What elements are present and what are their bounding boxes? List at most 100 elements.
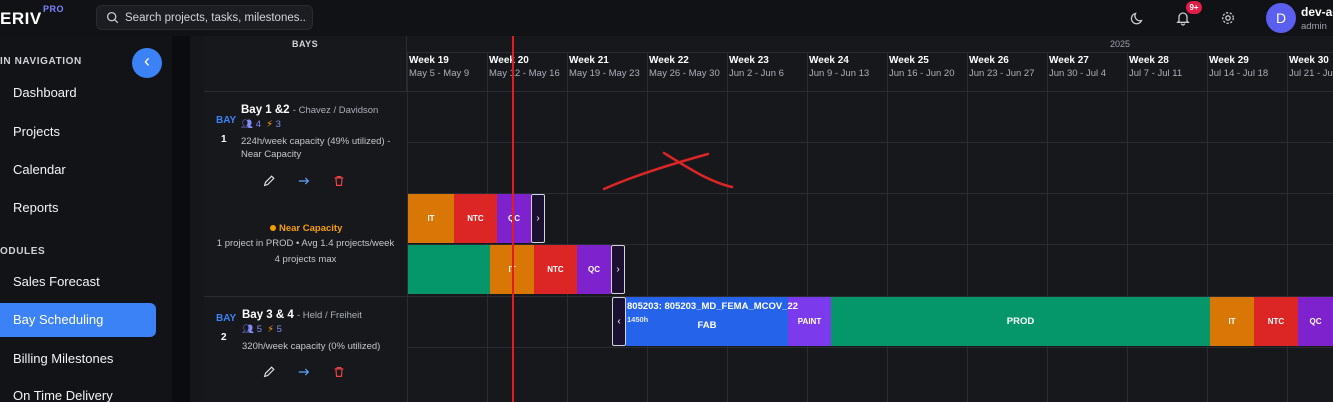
gear-icon[interactable]: [1220, 10, 1236, 26]
row-divider: [407, 193, 1333, 194]
week-column: Week 28 Jul 7 - Jul 11: [1127, 53, 1207, 402]
status-detail: 1 project in PROD • Avg 1.4 projects/wee…: [216, 238, 395, 249]
resize-handle[interactable]: ‹: [612, 297, 626, 346]
week-date-range: Jul 14 - Jul 18: [1209, 68, 1269, 79]
bay-tag: BAY: [216, 115, 237, 126]
status-dot: [270, 225, 276, 231]
people-count: 4: [255, 119, 261, 130]
search-input[interactable]: [125, 9, 307, 27]
trash-icon[interactable]: [332, 365, 346, 379]
week-date-range: Jun 30 - Jul 4: [1049, 68, 1107, 79]
week-date-range: May 19 - May 23: [569, 68, 640, 79]
phase-ntc[interactable]: NTC: [1254, 297, 1298, 346]
year-label: 2025: [1110, 39, 1131, 49]
bay-title: Bay 1 &2 - Chavez / Davidson: [241, 104, 379, 116]
week-name: Week 22: [649, 55, 689, 66]
avatar[interactable]: D: [1266, 3, 1296, 33]
row-divider: [407, 142, 1333, 143]
week-column: Week 29 Jul 14 - Jul 18: [1207, 53, 1287, 402]
phase-ntc[interactable]: NTC: [534, 245, 577, 294]
phase-qc[interactable]: QC: [577, 245, 611, 294]
week-date-range: Jun 2 - Jun 6: [729, 68, 784, 79]
red-marker-line: [512, 36, 514, 402]
sidebar-item-billing-milestones[interactable]: Billing Milestones: [0, 342, 156, 376]
week-name: Week 25: [889, 55, 929, 66]
collapse-sidebar-button[interactable]: ‹: [132, 48, 162, 78]
resize-handle[interactable]: ›: [611, 245, 625, 294]
sidebar: IN NAVIGATION Dashboard Projects Calenda…: [0, 36, 172, 402]
status-max: 4 projects max: [274, 254, 337, 265]
divider: [407, 91, 1333, 92]
week-date-range: May 5 - May 9: [409, 68, 470, 79]
arrow-right-icon[interactable]: [297, 365, 311, 379]
resize-handle[interactable]: ›: [531, 194, 545, 243]
phase-prod[interactable]: PROD: [831, 297, 1210, 346]
bay-capacity: 224h/week capacity (49% utilized) - Near…: [241, 136, 391, 160]
section-main-navigation: IN NAVIGATION: [0, 56, 82, 67]
trash-icon[interactable]: [332, 174, 346, 188]
bays-column-header: BAYS: [204, 36, 407, 92]
phase-qc[interactable]: QC: [497, 194, 531, 243]
status-badge: Near Capacity: [270, 223, 342, 234]
sidebar-item-label: Bay Scheduling: [13, 312, 104, 327]
phase-ntc[interactable]: NTC: [454, 194, 497, 243]
sidebar-item-projects[interactable]: Projects: [0, 115, 156, 149]
bay-staff: - Held / Freiheit: [296, 310, 362, 321]
power-count: 3: [275, 119, 281, 130]
week-name: Week 23: [729, 55, 769, 66]
sidebar-gutter: [172, 36, 190, 402]
sidebar-item-reports[interactable]: Reports: [0, 191, 156, 225]
row-divider: [407, 347, 1333, 348]
bay-capacity: 320h/week capacity (0% utilized): [242, 341, 381, 352]
phase-qc[interactable]: QC: [1298, 297, 1333, 346]
sidebar-item-on-time-delivery[interactable]: On Time Delivery: [0, 379, 156, 402]
sidebar-item-label: Sales Forecast: [13, 274, 100, 289]
week-column: Week 24 Jun 9 - Jun 13: [807, 53, 887, 402]
week-column: Week 30 Jul 21 - Jul 25: [1287, 53, 1333, 402]
bay-number: 2: [221, 332, 227, 343]
arrow-right-icon[interactable]: [297, 174, 311, 188]
sidebar-item-calendar[interactable]: Calendar: [0, 153, 156, 187]
week-name: Week 27: [1049, 55, 1089, 66]
week-date-range: Jul 7 - Jul 11: [1129, 68, 1183, 79]
top-bar: ERIVPRO 9+ D dev-ac admin: [0, 0, 1333, 36]
global-search[interactable]: [96, 5, 313, 30]
bay-number: 1: [221, 134, 227, 145]
week-date-range: Jun 23 - Jun 27: [969, 68, 1035, 79]
user-role: admin: [1301, 21, 1327, 32]
week-date-range: Jun 16 - Jun 20: [889, 68, 955, 79]
week-name: Week 29: [1209, 55, 1249, 66]
project-title: 805203: 805203_MD_FEMA_MCOV_22: [627, 301, 799, 312]
week-column: Week 25 Jun 16 - Jun 20: [887, 53, 967, 402]
week-name: Week 24: [809, 55, 849, 66]
app-logo[interactable]: ERIV PRO: [0, 4, 64, 29]
moon-icon[interactable]: [1130, 10, 1146, 26]
sidebar-item-label: Billing Milestones: [13, 351, 114, 366]
pro-badge: PRO: [43, 4, 65, 14]
week-name: Week 30: [1289, 55, 1329, 66]
week-date-range: Jul 21 - Jul 25: [1289, 68, 1333, 79]
week-column: Week 27 Jun 30 - Jul 4: [1047, 53, 1127, 402]
week-column: Week 21 May 19 - May 23: [567, 53, 647, 402]
phase-prod[interactable]: [408, 245, 490, 294]
bolt-icon: ⚡︎: [266, 119, 273, 130]
sidebar-item-label: Calendar: [13, 162, 66, 177]
week-name: Week 19: [409, 55, 449, 66]
user-name: dev-ac: [1301, 5, 1333, 19]
phase-it[interactable]: IT: [408, 194, 454, 243]
sidebar-item-dashboard[interactable]: Dashboard: [0, 76, 156, 110]
sidebar-item-bay-scheduling[interactable]: Bay Scheduling: [0, 303, 156, 337]
sidebar-item-sales-forecast[interactable]: Sales Forecast: [0, 265, 156, 299]
search-icon: [106, 11, 119, 24]
sidebar-item-label: Reports: [13, 200, 59, 215]
sidebar-item-label: On Time Delivery: [13, 388, 113, 402]
bolt-icon: ⚡︎: [267, 324, 274, 335]
edit-icon[interactable]: [262, 365, 276, 379]
week-name: Week 21: [569, 55, 609, 66]
edit-icon[interactable]: [262, 174, 276, 188]
week-column: Week 26 Jun 23 - Jun 27: [967, 53, 1047, 402]
phase-it[interactable]: IT: [1210, 297, 1254, 346]
week-column: Week 22 May 26 - May 30: [647, 53, 727, 402]
sidebar-item-label: Projects: [13, 124, 60, 139]
people-icon: 👥︎: [241, 119, 254, 130]
